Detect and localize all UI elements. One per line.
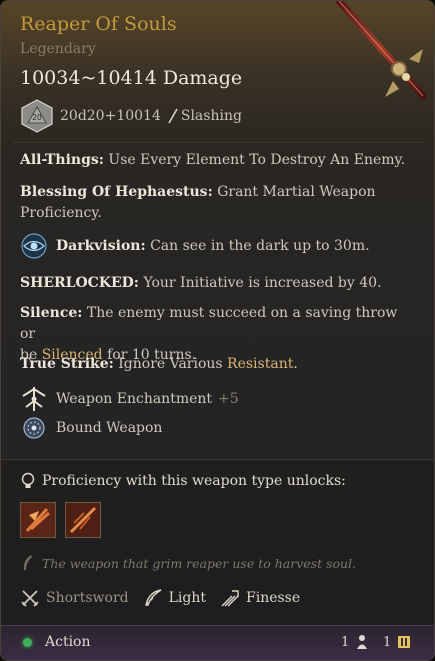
property-sherlocked: SHERLOCKED: Your Initiative is increased… bbox=[20, 273, 416, 294]
damage-dice-row: 20 20d20+10014 Slashing bbox=[20, 99, 242, 133]
item-damage: 10034~10414 Damage bbox=[20, 67, 243, 89]
item-rarity: Legendary bbox=[20, 41, 96, 57]
flavor-text: The weapon that grim reaper use to harve… bbox=[20, 554, 356, 572]
property-text: Can see in the dark up to 30m. bbox=[150, 237, 370, 254]
bonus-action-icon bbox=[398, 636, 410, 648]
property-name: Darkvision: bbox=[56, 237, 146, 254]
property-text: Ignore Various bbox=[118, 356, 228, 372]
weapon-prop-shortsword[interactable]: Shortsword bbox=[20, 588, 129, 608]
weapon-prop-label: Light bbox=[168, 590, 206, 606]
bound-weapon-icon bbox=[23, 417, 45, 439]
weapon-prop-label: Shortsword bbox=[46, 590, 129, 606]
property-text: Your Initiative is increased by 40. bbox=[143, 275, 382, 291]
dice-formula: 20d20+10014 bbox=[60, 108, 161, 124]
lightbulb-icon bbox=[21, 472, 35, 488]
property-text: Use Every Element To Destroy An Enemy. bbox=[108, 152, 406, 168]
property-name: All-Things: bbox=[20, 152, 104, 168]
property-blessing-of-hephaestus: Blessing Of Hephaestus: Grant Martial We… bbox=[20, 182, 416, 224]
finesse-icon bbox=[221, 590, 239, 607]
enchantment-icon bbox=[22, 387, 46, 411]
slashing-icon bbox=[168, 108, 178, 124]
action-cost: 1 bbox=[341, 635, 350, 650]
weapon-enchantment-row: Weapon Enchantment +5 bbox=[20, 385, 416, 413]
resistant-keyword[interactable]: Resistant bbox=[227, 356, 293, 372]
action-footer: Action 1 1 bbox=[1, 625, 434, 660]
bound-weapon-row: Bound Weapon bbox=[20, 414, 416, 442]
bonus-action-cost: 1 bbox=[383, 635, 392, 650]
d20-dice-icon: 20 bbox=[21, 99, 53, 133]
quill-icon bbox=[23, 555, 32, 570]
action-available-indicator bbox=[23, 638, 32, 647]
property-name: True Strike: bbox=[20, 356, 114, 372]
dice-face-label: 20 bbox=[32, 113, 42, 122]
enchantment-label: Weapon Enchantment bbox=[56, 390, 213, 407]
property-text: Grant Martial Weapon bbox=[217, 184, 376, 200]
proficiency-section: Proficiency with this weapon type unlock… bbox=[1, 459, 434, 630]
weapon-prop-label: Finesse bbox=[246, 590, 301, 606]
darkvision-icon bbox=[21, 233, 47, 259]
crossed-swords-icon bbox=[21, 590, 39, 607]
enchantment-bonus: +5 bbox=[218, 390, 239, 407]
property-text-end: . bbox=[293, 356, 298, 372]
action-person-icon bbox=[357, 635, 367, 649]
property-name: Silence: bbox=[20, 305, 83, 321]
property-text-line2: Proficiency. bbox=[20, 205, 102, 221]
weapon-action-skill-1[interactable] bbox=[20, 502, 56, 538]
proficiency-heading: Proficiency with this weapon type unlock… bbox=[20, 472, 346, 490]
header-divider bbox=[13, 142, 422, 143]
action-label: Action bbox=[45, 634, 91, 650]
property-name: Blessing Of Hephaestus: bbox=[20, 184, 213, 200]
property-name: SHERLOCKED: bbox=[20, 275, 139, 291]
weapon-action-skill-2[interactable] bbox=[65, 502, 101, 538]
weapon-art-icon bbox=[335, 1, 427, 100]
feather-icon bbox=[144, 589, 161, 606]
damage-type: Slashing bbox=[180, 108, 242, 124]
weapon-prop-light[interactable]: Light bbox=[143, 588, 206, 608]
weapon-prop-finesse[interactable]: Finesse bbox=[220, 588, 300, 608]
proficiency-heading-text: Proficiency with this weapon type unlock… bbox=[42, 473, 346, 489]
property-true-strike: True Strike: Ignore Various Resistant. bbox=[20, 354, 416, 375]
slash-skill-icon bbox=[21, 503, 55, 537]
property-all-things: All-Things: Use Every Element To Destroy… bbox=[20, 150, 416, 171]
weapon-properties-row: Shortsword Light Finesse bbox=[20, 588, 314, 608]
flavor-text-content: The weapon that grim reaper use to harve… bbox=[42, 555, 357, 571]
item-tooltip: Reaper Of Souls Legendary 10034~10414 Da… bbox=[0, 0, 435, 661]
item-name: Reaper Of Souls bbox=[20, 13, 177, 35]
bound-weapon-label: Bound Weapon bbox=[56, 419, 163, 436]
pierce-skill-icon bbox=[66, 503, 100, 537]
property-darkvision: Darkvision: Can see in the dark up to 30… bbox=[20, 232, 416, 260]
